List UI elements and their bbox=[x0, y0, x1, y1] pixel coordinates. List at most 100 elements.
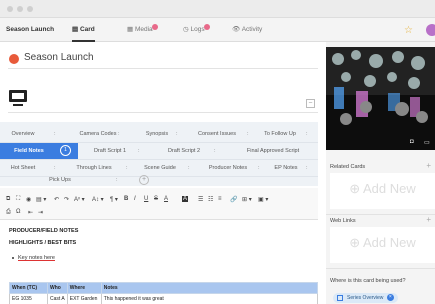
underline-button[interactable]: U bbox=[144, 196, 148, 202]
tab-activity[interactable]: 👁 Activity bbox=[232, 18, 262, 42]
table-cell[interactable]: EXT Garden bbox=[66, 293, 102, 304]
image-icon[interactable]: ▣ ▾ bbox=[258, 196, 268, 203]
tab-separator: : bbox=[247, 131, 249, 137]
paragraph-format-icon[interactable]: ¶ ▾ bbox=[110, 196, 118, 203]
highlight-button[interactable]: A bbox=[182, 196, 189, 202]
close-window-dot[interactable] bbox=[7, 6, 13, 12]
card-title[interactable]: Season Launch bbox=[24, 52, 94, 63]
tab-media[interactable]: ▦ Media bbox=[127, 18, 158, 42]
table-row: EG 1035 Cast A EXT Garden This happened … bbox=[9, 293, 319, 304]
indent-icon[interactable]: ⇥ bbox=[38, 209, 43, 216]
field-tab-overview[interactable]: Overview bbox=[4, 126, 42, 142]
avatar[interactable] bbox=[426, 24, 435, 36]
table-cell[interactable]: This happened it was great bbox=[100, 293, 319, 304]
field-tab-pick-ups[interactable]: Pick Ups bbox=[40, 172, 80, 188]
special-char-icon[interactable]: Ω bbox=[16, 209, 21, 215]
tab-separator: : bbox=[54, 165, 56, 171]
tab-separator: : bbox=[306, 165, 308, 171]
field-tabs: Overview : Camera Codes : Synopsis : Con… bbox=[0, 122, 318, 186]
field-tab-scene-guide[interactable]: Scene Guide bbox=[136, 160, 184, 176]
print-icon[interactable]: ⎙ bbox=[6, 209, 11, 216]
field-tab-final-approved-script[interactable]: Final Approved Script bbox=[238, 143, 308, 159]
table-header[interactable]: Who bbox=[47, 282, 68, 294]
notes-table[interactable]: When (TC) Who Where Notes EG 1035 Cast A… bbox=[9, 282, 319, 304]
field-tab-synopsis[interactable]: Synopsis bbox=[136, 126, 178, 142]
remove-chip-icon[interactable]: × bbox=[386, 294, 394, 302]
tab-card[interactable]: ▤ Card bbox=[72, 18, 95, 42]
bullet-dot bbox=[12, 257, 14, 259]
add-tab-button[interactable]: + bbox=[139, 175, 149, 185]
copy-icon[interactable]: ⧉ bbox=[6, 196, 10, 203]
tab-separator: : bbox=[214, 148, 216, 154]
divider bbox=[326, 214, 435, 215]
font-style-icon[interactable]: Aᵛ ▾ bbox=[74, 196, 85, 203]
unordered-list-icon[interactable]: ☷ bbox=[208, 196, 213, 203]
undo-icon[interactable]: ↶ bbox=[54, 196, 59, 203]
outdent-icon[interactable]: ⇤ bbox=[28, 209, 33, 216]
tab-separator: : bbox=[176, 131, 178, 137]
divider bbox=[8, 68, 318, 69]
tab-separator: : bbox=[188, 165, 190, 171]
doc-heading[interactable]: PRODUCER/FIELD NOTES bbox=[9, 228, 78, 234]
italic-button[interactable]: I bbox=[134, 196, 136, 202]
add-related-card-box[interactable]: ⊕ Add New bbox=[330, 173, 435, 209]
collapse-button[interactable]: – bbox=[306, 99, 315, 108]
doc-subheading[interactable]: HIGHLIGHTS / BEST BITS bbox=[9, 240, 76, 246]
eye-icon: 👁 bbox=[232, 26, 242, 33]
related-cards-title: Related Cards bbox=[330, 164, 366, 170]
tab-bar: Season Launch ▤ Card ▦ Media ◷ Logs 👁 Ac… bbox=[0, 18, 435, 42]
maximize-window-dot[interactable] bbox=[27, 6, 33, 12]
font-size-icon[interactable]: A↕ ▾ bbox=[92, 196, 104, 203]
table-header-row: When (TC) Who Where Notes bbox=[9, 282, 319, 294]
monitor-stand bbox=[13, 104, 23, 106]
field-tab-draft-script-1[interactable]: Draft Script 1 bbox=[86, 143, 134, 159]
logs-badge bbox=[203, 24, 210, 30]
monitor-icon bbox=[9, 90, 27, 102]
bold-button[interactable]: B bbox=[124, 196, 128, 202]
field-tab-hot-sheet[interactable]: Hot Sheet bbox=[4, 160, 42, 176]
fullscreen-icon[interactable]: ⛶ bbox=[16, 196, 20, 203]
field-tab-draft-script-2[interactable]: Draft Script 2 bbox=[160, 143, 208, 159]
card-thumbnail[interactable]: ◘ ▭ bbox=[326, 47, 435, 150]
series-overview-chip[interactable]: Series Overview × bbox=[333, 293, 398, 303]
add-web-link-box[interactable]: ⊕ Add New bbox=[330, 227, 435, 263]
field-tab-consent-issues[interactable]: Consent Issues bbox=[190, 126, 244, 142]
table-cell[interactable]: EG 1035 bbox=[9, 293, 48, 304]
tab-separator: : bbox=[118, 131, 120, 137]
doc-bullet[interactable]: Key notes here bbox=[18, 255, 55, 261]
add-related-card-icon[interactable]: + bbox=[426, 161, 431, 170]
star-icon[interactable]: ☆ bbox=[404, 25, 413, 36]
add-new-label: ⊕ Add New bbox=[349, 181, 416, 196]
align-icon[interactable]: ≡ bbox=[218, 196, 222, 202]
add-web-link-icon[interactable]: + bbox=[426, 215, 431, 224]
table-header[interactable]: Notes bbox=[100, 282, 319, 294]
redo-icon[interactable]: ↷ bbox=[64, 196, 69, 203]
font-color-button[interactable]: A bbox=[164, 196, 168, 202]
preview-icon[interactable]: ◉ bbox=[26, 196, 31, 203]
paste-icon[interactable]: ▤ ▾ bbox=[36, 196, 46, 203]
field-tab-ep-notes[interactable]: EP Notes bbox=[270, 160, 302, 176]
tab-separator: : bbox=[138, 148, 140, 154]
tab-logs[interactable]: ◷ Logs bbox=[183, 18, 210, 42]
strikethrough-button[interactable]: S bbox=[154, 196, 158, 202]
card-icon bbox=[337, 295, 343, 301]
field-notes-count: 1 bbox=[60, 145, 71, 156]
field-tab-to-follow-up[interactable]: To Follow Up bbox=[258, 126, 302, 142]
divider bbox=[326, 268, 435, 269]
table-header[interactable]: Where bbox=[66, 282, 102, 294]
add-new-label: ⊕ Add New bbox=[349, 235, 416, 250]
field-tab-producer-notes[interactable]: Producer Notes bbox=[200, 160, 256, 176]
web-links-title: Web Links bbox=[330, 218, 356, 224]
delete-icon[interactable]: ▭ bbox=[424, 139, 430, 146]
camera-icon[interactable]: ◘ bbox=[410, 139, 414, 145]
ordered-list-icon[interactable]: ☰ bbox=[198, 196, 203, 203]
table-cell[interactable]: Cast A bbox=[47, 293, 68, 304]
editor-toolbar: ⧉ ⛶ ◉ ▤ ▾ ↶ ↷ Aᵛ ▾ A↕ ▾ ¶ ▾ B I U S A A … bbox=[0, 188, 318, 220]
minimize-window-dot[interactable] bbox=[17, 6, 23, 12]
card-color-dot[interactable] bbox=[9, 54, 19, 64]
table-icon[interactable]: ⊞ ▾ bbox=[242, 196, 252, 203]
tab-season-launch[interactable]: Season Launch bbox=[6, 18, 54, 42]
link-icon[interactable]: 🔗 bbox=[230, 196, 237, 203]
table-header[interactable]: When (TC) bbox=[9, 282, 48, 294]
divider bbox=[8, 112, 318, 113]
